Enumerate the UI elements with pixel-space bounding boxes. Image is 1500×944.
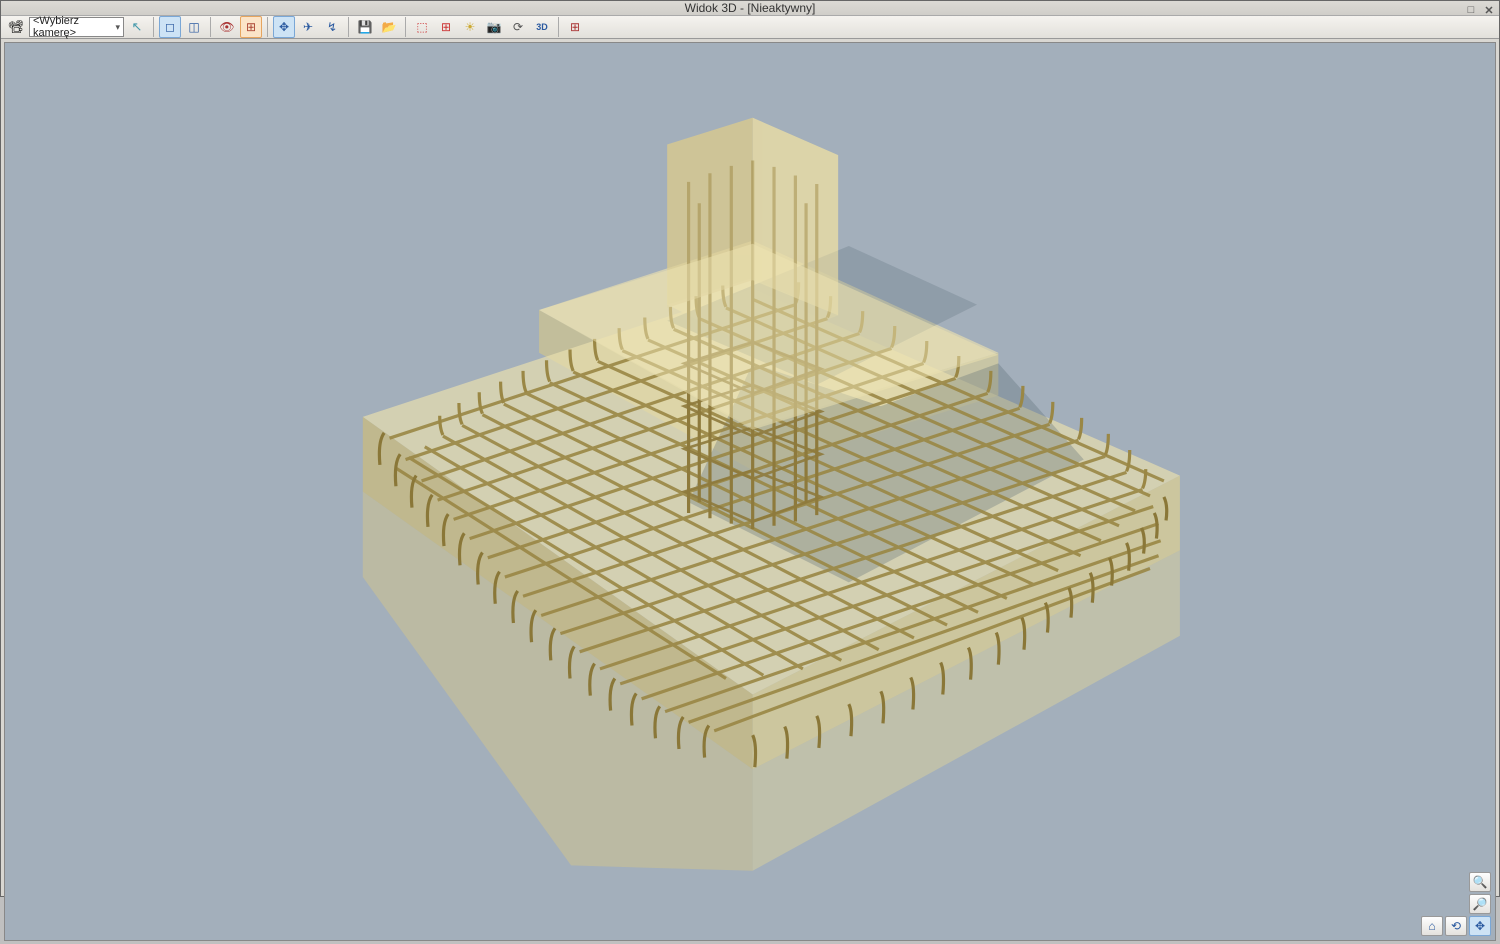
pan-icon[interactable]: ✥	[273, 16, 295, 38]
zoom-in-icon[interactable]: 🔍	[1469, 872, 1491, 892]
selection-mode-icon[interactable]: ◻	[159, 16, 181, 38]
window-controls: □ ✕	[1463, 3, 1497, 17]
refresh-icon[interactable]: ⟳	[507, 16, 529, 38]
separator	[348, 17, 349, 37]
plane-icon[interactable]: ✈	[297, 16, 319, 38]
tool1-icon[interactable]: ⬚	[411, 16, 433, 38]
3d-text-icon[interactable]: 3D	[531, 16, 553, 38]
tool2-icon[interactable]: ⊞	[435, 16, 457, 38]
save-view-icon[interactable]: 💾	[354, 16, 376, 38]
camera-icon[interactable]: 📽	[5, 16, 27, 38]
orbit-view-icon[interactable]: ⟲	[1445, 916, 1467, 936]
home-view-icon[interactable]: ⌂	[1421, 916, 1443, 936]
window-title: Widok 3D - [Nieaktywny]	[685, 1, 816, 15]
load-view-icon[interactable]: 📂	[378, 16, 400, 38]
window: Widok 3D - [Nieaktywny] □ ✕ 📽 <Wybierz k…	[0, 0, 1500, 897]
maximize-icon[interactable]: □	[1463, 3, 1479, 17]
titlebar: Widok 3D - [Nieaktywny] □ ✕	[1, 1, 1499, 16]
separator	[405, 17, 406, 37]
separator	[267, 17, 268, 37]
toolbar: 📽 <Wybierz kamerę> ▾ ↖ ◻ ◫ 👁 ⊞ ✥ ✈ ↯ 💾 📂…	[1, 16, 1499, 39]
viewport-container: 🔍 🔎 ⌂ ⟲ ✥	[1, 39, 1499, 944]
grid-icon[interactable]: ⊞	[564, 16, 586, 38]
close-icon[interactable]: ✕	[1481, 3, 1497, 17]
3d-model-render	[5, 43, 1495, 940]
viewport-corner-tools: 🔍 🔎 ⌂ ⟲ ✥	[1421, 872, 1491, 936]
3d-viewport[interactable]: 🔍 🔎 ⌂ ⟲ ✥	[4, 42, 1496, 941]
separator	[210, 17, 211, 37]
camera-select[interactable]: <Wybierz kamerę> ▾	[29, 17, 124, 37]
sun-icon[interactable]: ☀	[459, 16, 481, 38]
pointer-icon[interactable]: ↖	[126, 16, 148, 38]
brick-icon[interactable]: ⊞	[240, 16, 262, 38]
selection-mode2-icon[interactable]: ◫	[183, 16, 205, 38]
chevron-down-icon: ▾	[115, 22, 120, 33]
separator	[153, 17, 154, 37]
orbit-icon[interactable]: ↯	[321, 16, 343, 38]
eye-icon[interactable]: 👁	[216, 16, 238, 38]
camera-select-label: <Wybierz kamerę>	[33, 15, 115, 39]
camera2-icon[interactable]: 📷	[483, 16, 505, 38]
zoom-out-icon[interactable]: 🔎	[1469, 894, 1491, 914]
pan-view-icon[interactable]: ✥	[1469, 916, 1491, 936]
separator	[558, 17, 559, 37]
